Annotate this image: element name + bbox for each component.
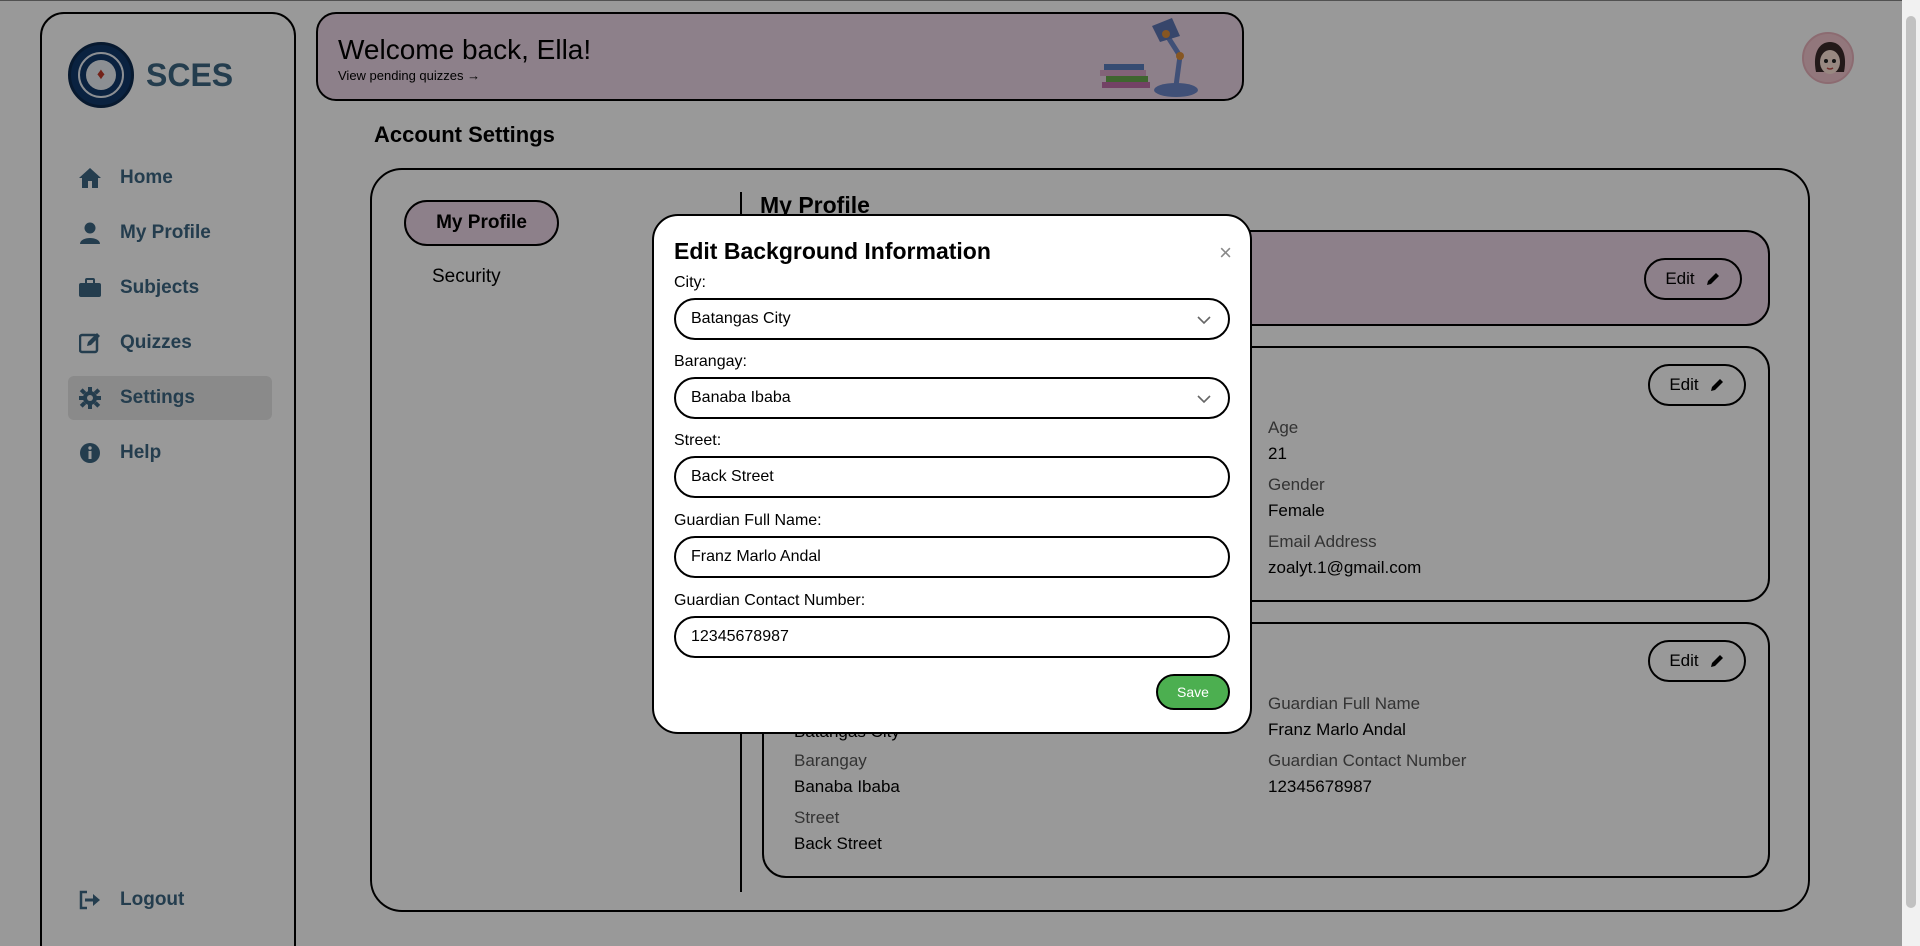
scrollbar-thumb[interactable] (1906, 16, 1916, 908)
street-input-group: Street: Back Street (674, 432, 1230, 498)
street-input[interactable]: Back Street (674, 456, 1230, 498)
street-input-value: Back Street (691, 468, 774, 485)
barangay-select-label: Barangay: (674, 353, 747, 370)
barangay-select-value: Banaba Ibaba (691, 389, 791, 406)
page-scrollbar[interactable] (1902, 0, 1920, 946)
chevron-down-icon (1197, 395, 1211, 404)
city-select[interactable]: Batangas City (674, 298, 1230, 340)
save-button[interactable]: Save (1156, 674, 1230, 710)
guardian-contact-input-value: 12345678987 (691, 628, 789, 645)
guardian-name-input-group: Guardian Full Name: Franz Marlo Andal (674, 512, 1230, 578)
city-select-label: City: (674, 274, 706, 291)
guardian-contact-input-label: Guardian Contact Number: (674, 592, 866, 609)
guardian-name-input[interactable]: Franz Marlo Andal (674, 536, 1230, 578)
barangay-select[interactable]: Banaba Ibaba (674, 377, 1230, 419)
modal-title: Edit Background Information (674, 238, 991, 264)
guardian-name-input-label: Guardian Full Name: (674, 512, 822, 529)
street-input-label: Street: (674, 432, 722, 449)
city-select-value: Batangas City (691, 310, 791, 327)
guardian-name-input-value: Franz Marlo Andal (691, 548, 821, 565)
chevron-down-icon (1197, 316, 1211, 325)
edit-background-modal: Edit Background Information × City: Bata… (652, 214, 1252, 734)
barangay-select-group: Barangay: Banaba Ibaba (674, 353, 1230, 419)
guardian-contact-input-group: Guardian Contact Number: 12345678987 (674, 592, 1230, 658)
city-select-group: City: Batangas City (674, 274, 1230, 340)
close-icon[interactable]: × (1219, 240, 1232, 266)
guardian-contact-input[interactable]: 12345678987 (674, 616, 1230, 658)
